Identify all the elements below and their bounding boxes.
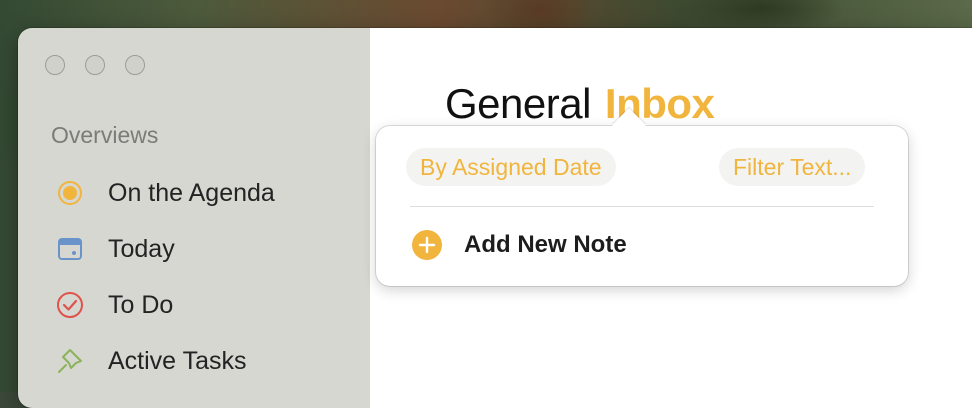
- minimize-window-button[interactable]: [85, 55, 105, 75]
- agenda-dot-icon: [56, 179, 84, 207]
- sidebar-item-label: Active Tasks: [108, 346, 247, 375]
- sidebar-item-label: Today: [108, 234, 175, 263]
- sidebar-item-today[interactable]: Today: [56, 231, 175, 267]
- sidebar-item-on-the-agenda[interactable]: On the Agenda: [56, 175, 275, 211]
- sidebar-section-title: Overviews: [51, 122, 159, 148]
- add-new-note-label: Add New Note: [464, 231, 627, 258]
- sidebar-item-active-tasks[interactable]: Active Tasks: [56, 343, 246, 379]
- page-title: General Inbox: [445, 80, 715, 128]
- pin-icon: [56, 347, 84, 375]
- sidebar: Overviews On the Agenda Today To Do Acti…: [18, 28, 371, 408]
- checkmark-circle-icon: [56, 291, 84, 319]
- zoom-window-button[interactable]: [125, 55, 145, 75]
- sort-by-assigned-date-button[interactable]: By Assigned Date: [406, 148, 616, 186]
- inbox-popover: By Assigned Date Filter Text... Add New …: [376, 108, 908, 286]
- add-new-note-button[interactable]: Add New Note: [412, 230, 627, 260]
- title-prefix: General: [445, 80, 591, 127]
- sidebar-item-label: On the Agenda: [108, 178, 275, 207]
- plus-icon: [412, 230, 442, 260]
- filter-text-input[interactable]: Filter Text...: [719, 148, 866, 186]
- close-window-button[interactable]: [45, 55, 65, 75]
- sidebar-item-to-do[interactable]: To Do: [56, 287, 173, 323]
- sidebar-item-label: To Do: [108, 290, 174, 319]
- divider: [410, 206, 874, 207]
- calendar-icon: [56, 235, 84, 263]
